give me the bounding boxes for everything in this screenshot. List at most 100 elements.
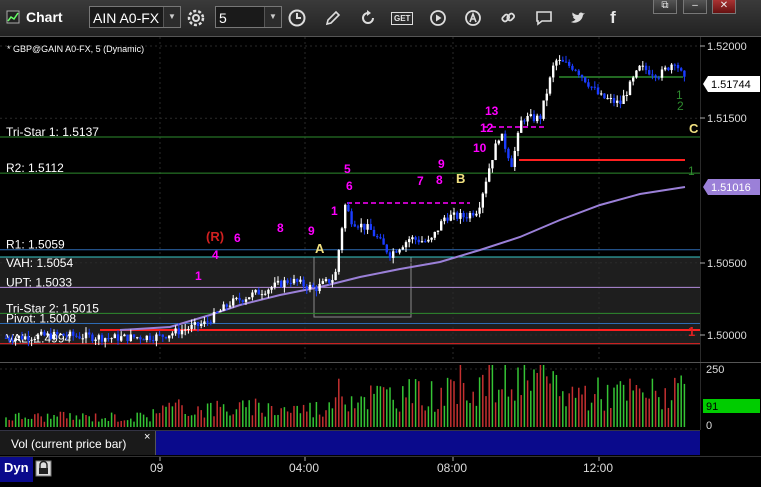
candle-body — [440, 221, 443, 231]
count-label: 9 — [308, 224, 315, 238]
link-icon[interactable] — [497, 7, 519, 29]
candle-body — [267, 289, 270, 294]
candle-body — [644, 65, 648, 71]
candle-body — [241, 300, 244, 302]
candle-body — [449, 214, 452, 221]
candle-body — [363, 223, 366, 230]
candle-body — [606, 98, 609, 100]
candle-body — [526, 116, 529, 122]
candle-body — [145, 335, 148, 341]
price-chart[interactable]: Tri-Star 1: 1.5137 R2: 1.5112 R1: 1.5059 VA… — [0, 37, 700, 362]
settings-gear-icon[interactable] — [185, 7, 207, 29]
candle-body — [587, 82, 590, 87]
candle-body — [478, 207, 481, 214]
indicator-close-icon[interactable]: × — [144, 431, 150, 443]
candle-body — [427, 239, 430, 242]
message-icon[interactable] — [533, 7, 555, 29]
candle-body — [548, 77, 552, 94]
restore-window-button[interactable]: ⧉ — [653, 0, 677, 14]
candle-body — [200, 324, 203, 326]
candle-body — [190, 324, 193, 329]
alert-icon[interactable] — [462, 7, 484, 29]
candle-body — [168, 335, 171, 339]
period-input[interactable]: 5 ▼ — [215, 6, 282, 28]
candle-body — [414, 237, 417, 240]
close-window-button[interactable]: ✕ — [712, 0, 736, 14]
count-label: 10 — [473, 141, 487, 155]
candle-body — [459, 212, 462, 219]
price-axis[interactable]: 1.52000 1.51500 1.50500 1.50000 1.51744 … — [699, 37, 761, 362]
facebook-icon[interactable]: f — [602, 7, 624, 29]
candle-body — [603, 93, 606, 99]
candle-body — [20, 335, 24, 340]
candle-body — [296, 278, 299, 282]
candle-body — [264, 293, 267, 295]
get-icon[interactable]: GET — [391, 7, 414, 29]
count-label: 9 — [438, 157, 445, 171]
candle-body — [232, 298, 235, 306]
volume-indicator-pane[interactable] — [0, 363, 700, 430]
candle-body — [600, 93, 603, 95]
y-tick-3: 1.50500 — [707, 258, 747, 270]
refresh-icon[interactable] — [357, 7, 379, 29]
candle-body — [590, 86, 593, 88]
candle-body — [4, 337, 8, 339]
candle-body — [545, 93, 548, 101]
candle-body — [395, 251, 398, 253]
candle-body — [59, 333, 62, 335]
twitter-icon[interactable] — [567, 7, 589, 29]
symbol-value: AIN A0-FX — [93, 10, 160, 26]
candle-body — [430, 237, 433, 240]
candle-body — [635, 70, 638, 78]
candle-body — [436, 230, 440, 232]
level-label: R2: 1.5112 — [6, 161, 64, 175]
candle-body — [404, 242, 408, 248]
candle-body — [360, 223, 363, 228]
candle-body — [632, 77, 635, 82]
pencil-icon[interactable] — [322, 7, 344, 29]
symbol-input[interactable]: AIN A0-FX ▼ — [89, 6, 181, 28]
count-label: 13 — [485, 104, 499, 118]
chart-header: * GBP@GAIN A0-FX, 5 (Dynamic) — [7, 44, 144, 54]
minimize-window-button[interactable]: – — [683, 0, 707, 14]
candle-body — [334, 271, 337, 281]
candle-body — [11, 339, 14, 342]
candle-body — [180, 330, 184, 335]
period-value: 5 — [219, 10, 227, 26]
candle-body — [91, 334, 94, 341]
x-label-0800: 08:00 — [437, 461, 467, 475]
count-label: 7 — [417, 174, 424, 188]
period-dropdown-icon[interactable]: ▼ — [264, 7, 281, 27]
play-icon[interactable] — [427, 7, 449, 29]
candle-body — [584, 77, 587, 83]
volume-bars — [5, 365, 686, 427]
count-label: 1 — [195, 269, 202, 283]
candle-body — [84, 332, 88, 339]
indicator-name: Vol (current price bar) — [11, 437, 127, 451]
candle-body — [164, 336, 168, 339]
candle-body — [136, 337, 139, 339]
level-label: Pivot: 1.5008 — [6, 311, 76, 325]
candle-body — [302, 279, 305, 287]
level-label: VAH: 1.5054 — [6, 256, 73, 270]
time-axis[interactable]: Dyn 09 04:00 08:00 12:00 — [0, 456, 761, 482]
candle-body — [260, 294, 264, 296]
candle-body — [443, 217, 446, 222]
level-label: Tri-Star 1: 1.5137 — [6, 125, 99, 139]
candle-body — [139, 337, 142, 340]
candle-body — [651, 74, 654, 76]
candle-body — [81, 338, 84, 340]
volume-canvas — [0, 365, 700, 427]
candle-body — [286, 280, 289, 283]
candle-body — [494, 143, 497, 161]
candle-body — [315, 287, 318, 292]
right-count-label: 2 — [677, 99, 684, 113]
candle-body — [398, 249, 401, 253]
candle-body — [321, 281, 324, 284]
clock-icon[interactable] — [286, 7, 308, 29]
symbol-dropdown-icon[interactable]: ▼ — [163, 7, 180, 27]
indicator-tab[interactable]: Vol (current price bar) × — [0, 431, 156, 455]
candle-body — [465, 217, 468, 219]
candle-body — [27, 336, 30, 341]
candle-body — [196, 322, 200, 326]
